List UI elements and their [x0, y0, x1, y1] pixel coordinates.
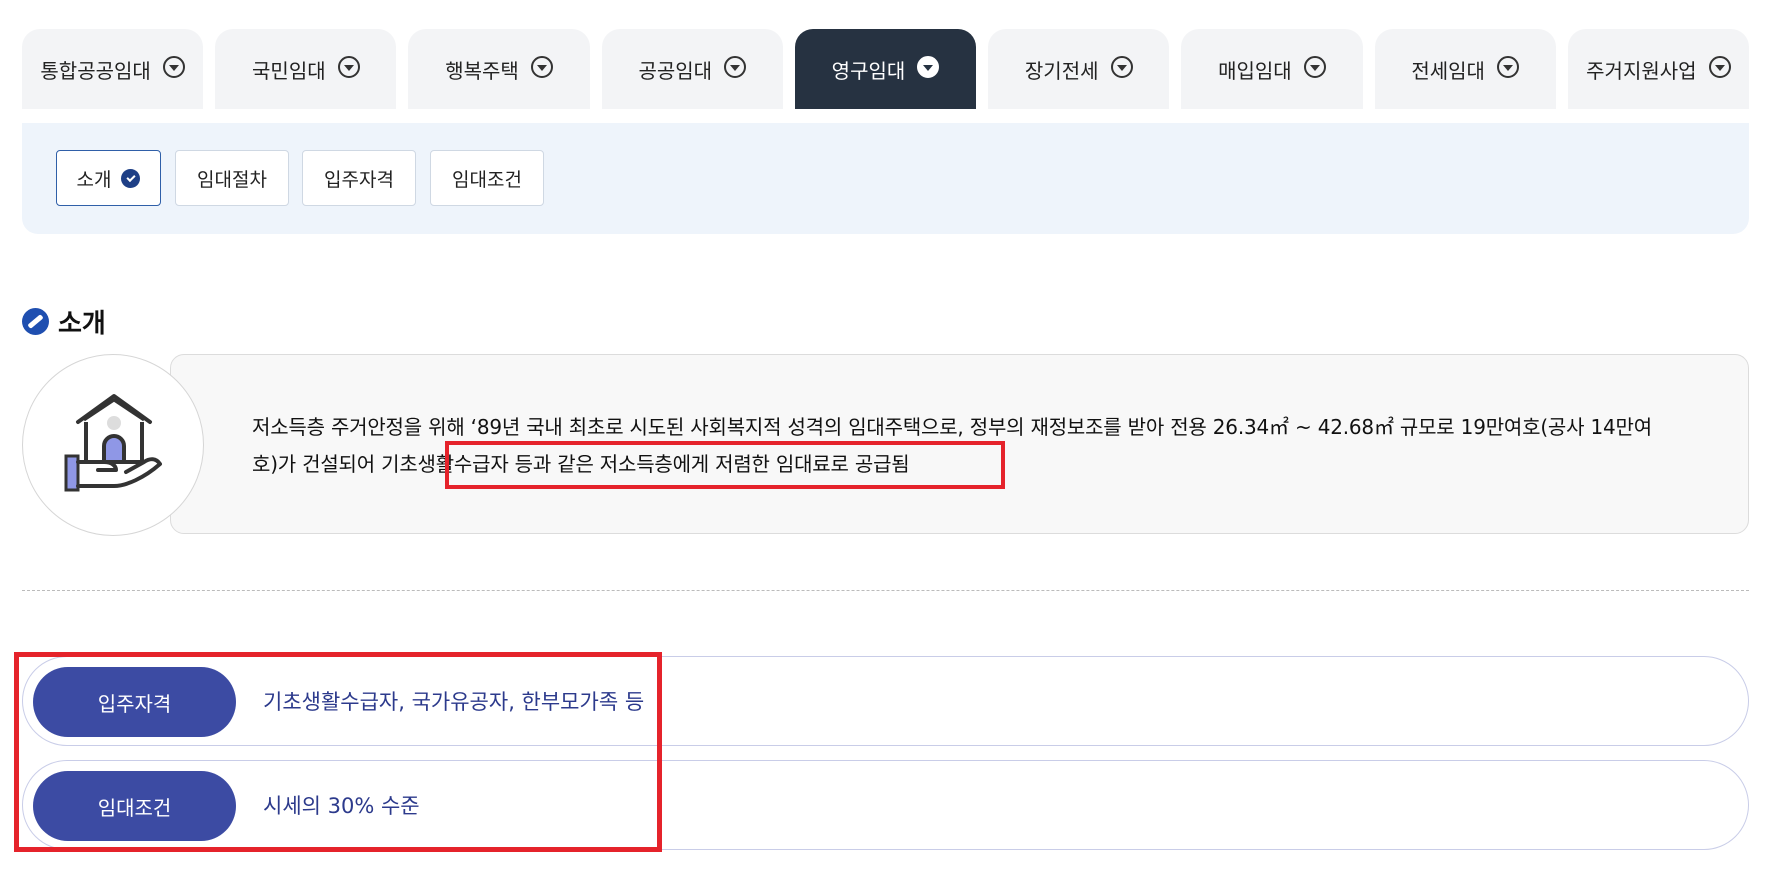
tab-housing-support[interactable]: 주거지원사업: [1567, 29, 1749, 109]
subtab-label: 임대조건: [452, 168, 522, 191]
tab-purchase-rental[interactable]: 매입임대: [1181, 29, 1363, 109]
subtab-rental-terms[interactable]: 임대조건: [430, 150, 544, 206]
house-in-hand-icon: [64, 394, 162, 492]
chevron-down-icon: [917, 56, 940, 78]
tab-label: 행복주택: [445, 58, 519, 83]
chevron-down-icon: [1708, 56, 1731, 78]
section-title: 소개: [58, 309, 106, 339]
tab-label: 통합공공임대: [40, 58, 151, 83]
subtab-label: 소개: [76, 168, 112, 191]
chevron-down-icon: [337, 56, 360, 78]
section-heading: 소개: [22, 303, 106, 340]
highlight-frame-summary: [14, 652, 662, 852]
check-circle-icon: [121, 168, 141, 188]
tab-label: 주거지원사업: [1586, 58, 1697, 83]
chevron-down-icon: [530, 56, 553, 78]
tab-label: 매입임대: [1218, 58, 1292, 83]
tab-label: 전세임대: [1411, 58, 1485, 83]
sub-tab-bar: 소개 임대절차 입주자격 임대조건: [22, 123, 1749, 234]
tab-permanent-rental[interactable]: 영구임대: [794, 29, 977, 109]
chevron-down-icon: [1303, 56, 1326, 78]
tab-label: 영구임대: [831, 58, 906, 83]
tab-national-rental[interactable]: 국민임대: [215, 29, 397, 109]
chevron-down-icon: [1496, 56, 1519, 78]
tab-long-term-jeonse[interactable]: 장기전세: [988, 29, 1170, 109]
subtab-rental-procedure[interactable]: 임대절차: [175, 150, 289, 206]
subtab-eligibility[interactable]: 입주자격: [302, 150, 416, 206]
link-icon: [22, 308, 49, 335]
chevron-down-icon: [162, 56, 185, 78]
subtab-intro[interactable]: 소개: [56, 150, 161, 206]
tab-label: 국민임대: [252, 58, 326, 83]
highlight-frame: [445, 441, 1005, 489]
chevron-down-icon: [724, 56, 747, 78]
subtab-label: 입주자격: [324, 168, 394, 191]
tab-jeonse-rental[interactable]: 전세임대: [1374, 29, 1556, 109]
tab-label: 장기전세: [1024, 58, 1099, 83]
main-tab-bar: 통합공공임대 국민임대 행복주택 공공임대 영구임대 장기전세 매입임대 전세임…: [22, 29, 1749, 109]
tab-public-rental[interactable]: 공공임대: [601, 29, 783, 109]
chevron-down-icon: [1110, 56, 1133, 78]
tab-label: 공공임대: [638, 58, 713, 83]
tab-integrated-public-rental[interactable]: 통합공공임대: [22, 29, 204, 109]
tab-happy-housing[interactable]: 행복주택: [408, 29, 590, 109]
subtab-label: 임대절차: [197, 168, 267, 191]
dashed-divider: [22, 590, 1749, 591]
